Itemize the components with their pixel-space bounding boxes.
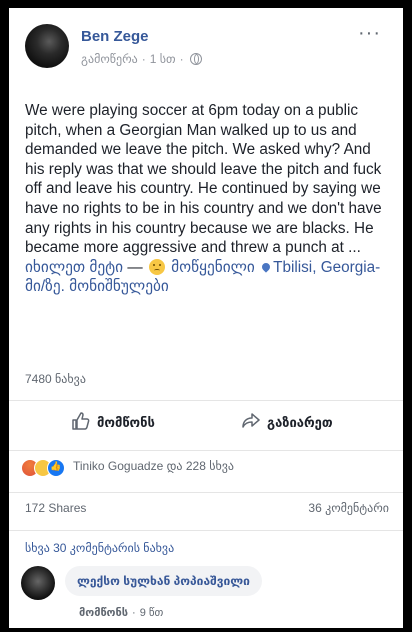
comment-like-link[interactable]: მომწონს [79, 607, 128, 619]
post-line: any rights in his country because we are… [25, 219, 374, 237]
comments-count[interactable]: 36 კომენტარი [308, 501, 389, 515]
view-count: 7480 ნახვა [25, 372, 86, 386]
follow-status[interactable]: გამოწერა [81, 52, 138, 66]
comment: ლექსო სულხან პოპიაშვილი მომწონს · 9 წთ [21, 564, 395, 624]
post-header: Ben Zege გამოწერა · 1 სთ · ··· [25, 22, 389, 70]
like-reaction-icon [47, 459, 65, 477]
post-line: off and leave his country. He continued … [25, 180, 381, 198]
comment-meta: მომწონს · 9 წთ [79, 607, 164, 619]
post-line: demanded we leave the pitch. We asked wh… [25, 141, 371, 159]
globe-icon[interactable] [189, 53, 202, 65]
post-text: We were playing soccer at 6pm today on a… [25, 101, 385, 297]
view-more-comments[interactable]: სხვა 30 კომენტარის ნახვა [9, 530, 403, 561]
thumbs-up-icon [72, 412, 90, 430]
feeling-dash: — [127, 258, 143, 276]
see-more-link[interactable]: იხილეთ მეტი [25, 259, 123, 276]
feeling-text[interactable]: მოწყენილი [171, 259, 255, 276]
commenter-avatar[interactable] [21, 566, 55, 600]
share-label: გაზიარეთ [267, 415, 333, 430]
shares-count[interactable]: 172 Shares [25, 501, 86, 515]
author-avatar[interactable] [25, 24, 69, 68]
like-label: მომწონს [97, 415, 155, 430]
commenter-name[interactable]: ლექსო სულხან პოპიაშვილი [77, 574, 250, 588]
post-line: have no rights to be in his country and … [25, 199, 382, 217]
post-feeling-line: იხილეთ მეტი — მოწყენილი Tbilisi, Georgia… [25, 258, 385, 278]
location-continued[interactable]: მი/ზე. მონიშნულები [25, 277, 385, 297]
post-line: became more aggressive and threw a punch… [25, 239, 361, 257]
post-meta: გამოწერა · 1 სთ · [81, 52, 202, 66]
ellipsis-icon[interactable]: ··· [358, 23, 381, 43]
share-button[interactable]: გაზიარეთ [241, 411, 333, 431]
comment-time[interactable]: 9 წთ [140, 607, 164, 619]
action-bar: მომწონს გაზიარეთ [9, 400, 403, 441]
like-button[interactable]: მომწონს [71, 411, 155, 431]
comment-bubble: ლექსო სულხან პოპიაშვილი [65, 566, 262, 596]
post-card: Ben Zege გამოწერა · 1 სთ · ··· We were play… [9, 8, 403, 628]
reactions-row[interactable]: Tiniko Goguadze და 228 სხვა [9, 450, 403, 483]
sad-face-icon [148, 258, 165, 275]
post-line: We were playing soccer at 6pm today on a… [25, 102, 359, 119]
share-arrow-icon [242, 413, 260, 428]
author-name[interactable]: Ben Zege [81, 28, 149, 45]
reactions-text[interactable]: Tiniko Goguadze და 228 სხვა [73, 459, 234, 473]
post-line: his reply was that we should leave the p… [25, 160, 382, 178]
post-line: pitch, when a Georgian Man walked up to … [25, 121, 357, 139]
view-more-comments-label: სხვა 30 კომენტარის ნახვა [25, 541, 175, 555]
location-pin-icon [260, 261, 272, 273]
stats-row: 172 Shares 36 კომენტარი [9, 492, 403, 523]
post-time[interactable]: 1 სთ [150, 52, 176, 66]
location-link[interactable]: Tbilisi, Georgia- [273, 259, 380, 276]
